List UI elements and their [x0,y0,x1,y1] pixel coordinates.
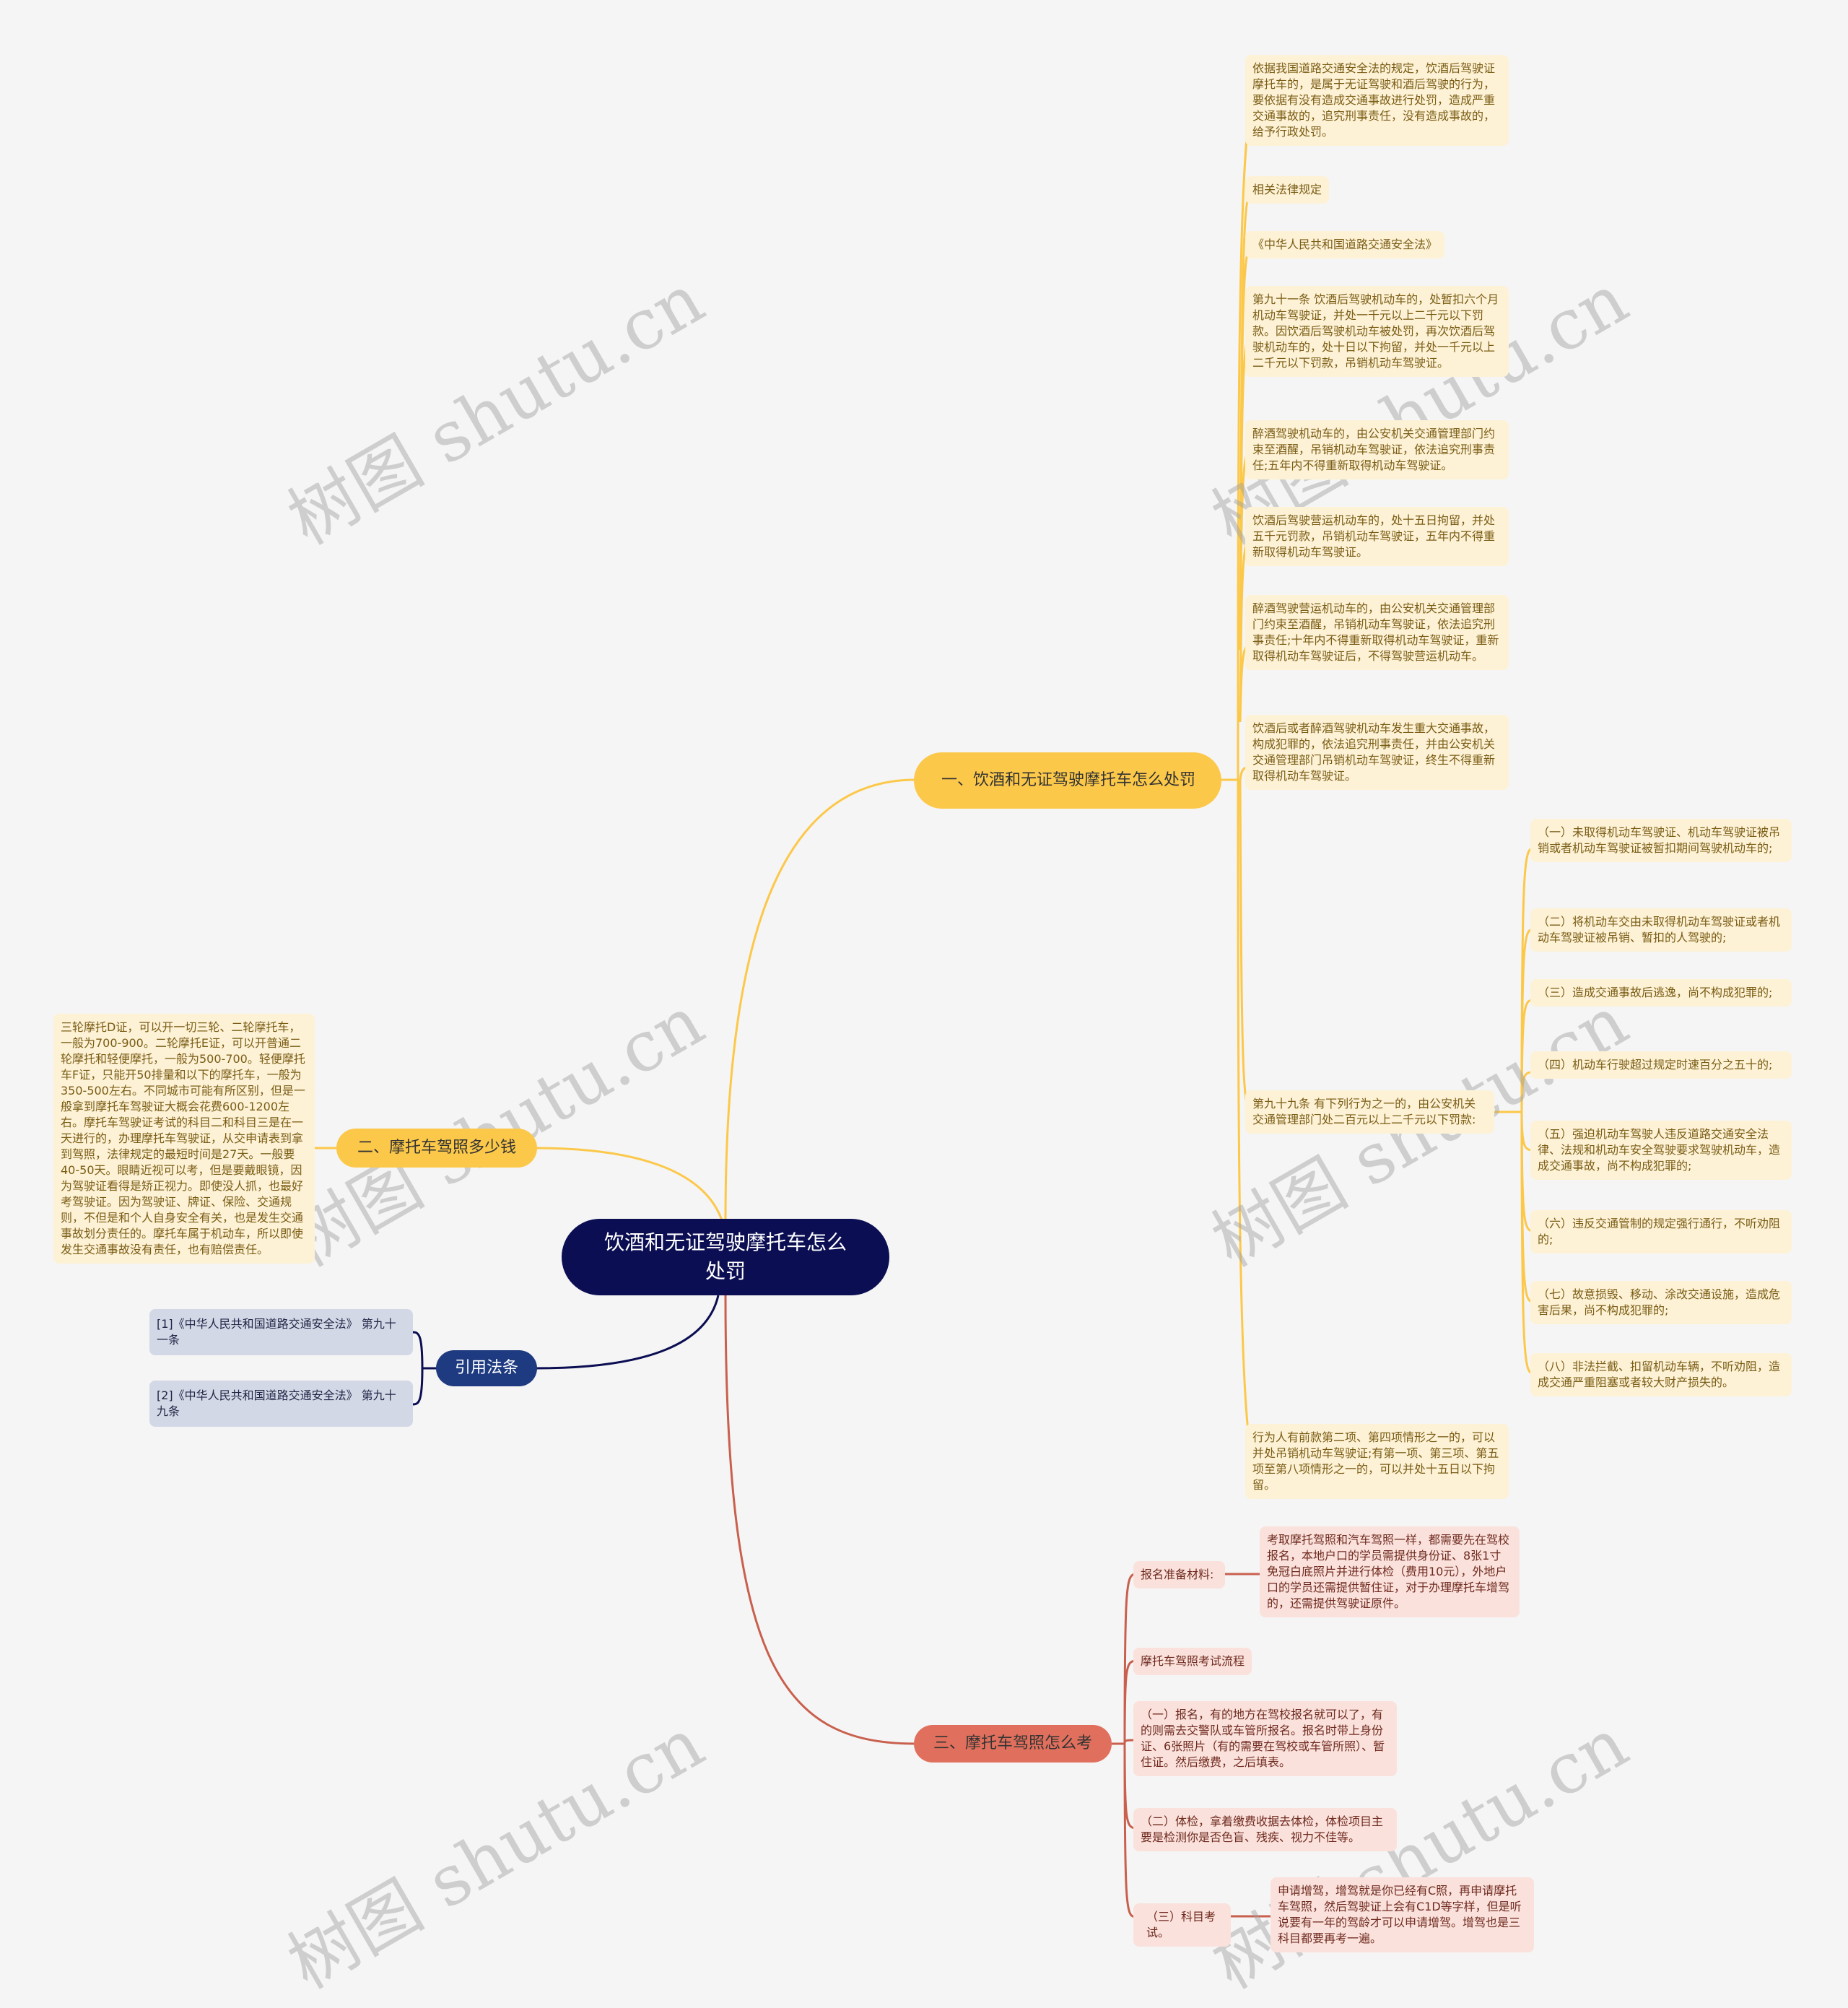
link-root-branch2 [535,1147,723,1221]
article-99-item[interactable]: （五）强迫机动车驾驶人违反道路交通安全法律、法规和机动车安全驾驶要求驾驶机动车，… [1530,1121,1792,1180]
article-99-item[interactable]: （三）造成交通事故后逃逸，尚不构成犯罪的; [1530,979,1792,1007]
citation-item[interactable]: [1]《中华人民共和国道路交通安全法》 第九十一条 [149,1309,413,1355]
branch-penalty-label: 一、饮酒和无证驾驶摩托车怎么处罚 [941,771,1196,789]
link-root-branch3 [724,1295,916,1745]
article-91[interactable]: 第九十一条 饮酒后驾驶机动车的，处暂扣六个月机动车驾驶证，并处一千元以上二千元以… [1245,286,1509,377]
license-cost-text[interactable]: 三轮摩托D证，可以开一切三轮、二轮摩托车，一般为700-900。二轮摩托E证，可… [53,1014,315,1264]
major-accident[interactable]: 饮酒后或者醉酒驾驶机动车发生重大交通事故，构成犯罪的，依法追究刑事责任，并由公安… [1245,715,1509,790]
link-root-citations [535,1295,720,1370]
root-topic-label: 饮酒和无证驾驶摩托车怎么处罚 [603,1230,847,1283]
article-99-item[interactable]: （二）将机动车交由未取得机动车驾驶证或者机动车驾驶证被吊销、暂扣的人驾驶的; [1530,908,1792,952]
article-99-item[interactable]: （一）未取得机动车驾驶证、机动车驾驶证被吊销或者机动车驾驶证被暂扣期间驾驶机动车… [1530,819,1792,862]
step-registration[interactable]: （一）报名，有的地方在驾校报名就可以了，有的则需去交警队或车管所报名。报名时带上… [1133,1701,1397,1776]
branch-how-to-test-label: 三、摩托车驾照怎么考 [933,1734,1092,1752]
registration-materials[interactable]: 报名准备材料: [1133,1561,1225,1588]
branch-license-cost-label: 二、摩托车驾照多少钱 [357,1139,516,1157]
step-physical-exam[interactable]: （二）体检，拿着缴费收据去体检，体检项目主要是检测你是否色盲、残疾、视力不佳等。 [1133,1808,1397,1851]
article-99[interactable]: 第九十九条 有下列行为之一的，由公安机关交通管理部门处二百元以上二千元以下罚款: [1245,1090,1494,1134]
article-99-item[interactable]: （六）违反交通管制的规定强行通行，不听劝阻的; [1530,1210,1792,1253]
step-subject-exam[interactable]: （三）科目考试。 [1133,1903,1231,1947]
article-99-supplement[interactable]: 行为人有前款第二项、第四项情形之一的，可以并处吊销机动车驾驶证;有第一项、第三项… [1245,1424,1509,1499]
branch-penalty[interactable]: 一、饮酒和无证驾驶摩托车怎么处罚 [914,752,1221,809]
penalty-summary[interactable]: 依据我国道路交通安全法的规定，饮酒后驾驶证摩托车的，是属于无证驾驶和酒后驾驶的行… [1245,55,1509,146]
exam-process[interactable]: 摩托车驾照考试流程 [1133,1648,1252,1675]
drunk-driving-commercial[interactable]: 醉酒驾驶营运机动车的，由公安机关交通管理部门约束至酒醒，吊销机动车驾驶证，依法追… [1245,595,1509,670]
registration-materials-detail[interactable]: 考取摩托驾照和汽车驾照一样，都需要先在驾校报名，本地户口的学员需提供身份证、8张… [1260,1526,1520,1617]
citations-node[interactable]: 引用法条 [436,1350,537,1386]
law-title[interactable]: 《中华人民共和国道路交通安全法》 [1245,231,1445,258]
citation-item[interactable]: [2]《中华人民共和国道路交通安全法》 第九十九条 [149,1381,413,1427]
branch-license-cost[interactable]: 二、摩托车驾照多少钱 [336,1129,537,1168]
link-root-branch1 [724,778,916,1221]
drunk-driving[interactable]: 醉酒驾驶机动车的，由公安机关交通管理部门约束至酒醒，吊销机动车驾驶证，依法追究刑… [1245,420,1509,479]
article-99-item[interactable]: （八）非法拦截、扣留机动车辆，不听劝阻，造成交通严重阻塞或者较大财产损失的。 [1530,1353,1792,1396]
drink-driving-commercial[interactable]: 饮酒后驾驶营运机动车的，处十五日拘留，并处五千元罚款，吊销机动车驾驶证，五年内不… [1245,507,1509,566]
article-99-item[interactable]: （七）故意损毁、移动、涂改交通设施，造成危害后果，尚不构成犯罪的; [1530,1281,1792,1324]
root-topic[interactable]: 饮酒和无证驾驶摩托车怎么处罚 [562,1219,889,1295]
branch-how-to-test[interactable]: 三、摩托车驾照怎么考 [914,1725,1112,1763]
article-99-item[interactable]: （四）机动车行驶超过规定时速百分之五十的; [1530,1051,1792,1079]
citations-label: 引用法条 [454,1359,518,1377]
related-laws-label[interactable]: 相关法律规定 [1245,176,1330,204]
step-subject-exam-detail[interactable]: 申请增驾，增驾就是你已经有C照，再申请摩托车驾照，然后驾驶证上会有C1D等字样，… [1270,1877,1534,1952]
